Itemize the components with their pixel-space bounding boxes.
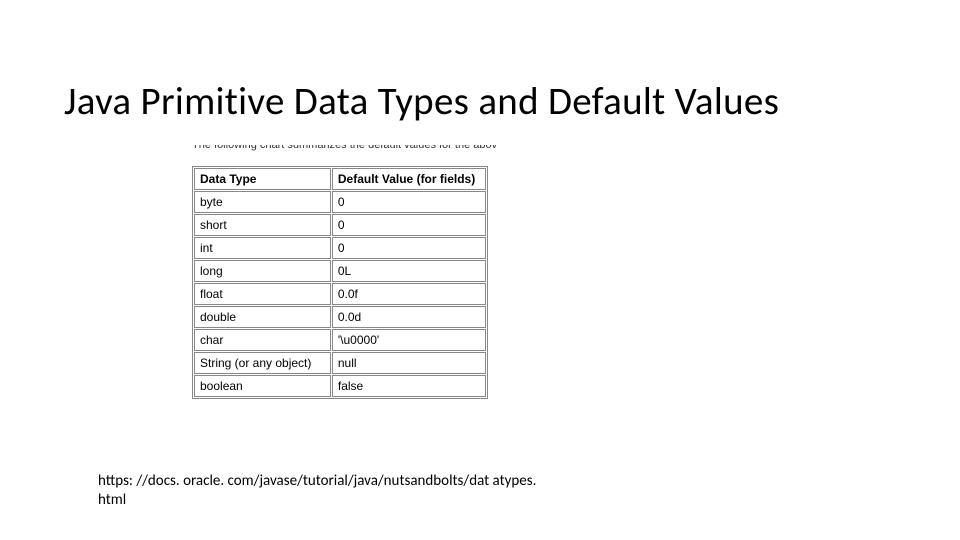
cell-type: boolean: [194, 375, 331, 397]
table-row: int 0: [194, 237, 486, 259]
intro-text-content: The following chart summarizes the defau…: [192, 145, 497, 151]
table-row: long 0L: [194, 260, 486, 282]
cell-value: false: [332, 375, 486, 397]
cell-value: 0: [332, 191, 486, 213]
cell-value: '\u0000': [332, 329, 486, 351]
intro-text-clipped: The following chart summarizes the defau…: [192, 145, 497, 155]
cell-value: null: [332, 352, 486, 374]
table-row: byte 0: [194, 191, 486, 213]
table-row: char '\u0000': [194, 329, 486, 351]
data-types-table: Data Type Default Value (for fields) byt…: [192, 166, 488, 399]
cell-type: String (or any object): [194, 352, 331, 374]
cell-type: double: [194, 306, 331, 328]
cell-type: short: [194, 214, 331, 236]
table-row: short 0: [194, 214, 486, 236]
cell-type: long: [194, 260, 331, 282]
table-header-row: Data Type Default Value (for fields): [194, 168, 486, 190]
cell-type: char: [194, 329, 331, 351]
cell-value: 0: [332, 214, 486, 236]
table-row: boolean false: [194, 375, 486, 397]
content-area: The following chart summarizes the defau…: [192, 145, 497, 399]
header-default-value: Default Value (for fields): [332, 168, 486, 190]
cell-value: 0.0d: [332, 306, 486, 328]
table-row: float 0.0f: [194, 283, 486, 305]
cell-type: float: [194, 283, 331, 305]
page-title: Java Primitive Data Types and Default Va…: [64, 78, 779, 125]
cell-value: 0L: [332, 260, 486, 282]
cell-value: 0: [332, 237, 486, 259]
table-row: String (or any object) null: [194, 352, 486, 374]
source-url: https: //docs. oracle. com/javase/tutori…: [98, 472, 548, 510]
cell-type: byte: [194, 191, 331, 213]
table-row: double 0.0d: [194, 306, 486, 328]
cell-type: int: [194, 237, 331, 259]
cell-value: 0.0f: [332, 283, 486, 305]
header-data-type: Data Type: [194, 168, 331, 190]
